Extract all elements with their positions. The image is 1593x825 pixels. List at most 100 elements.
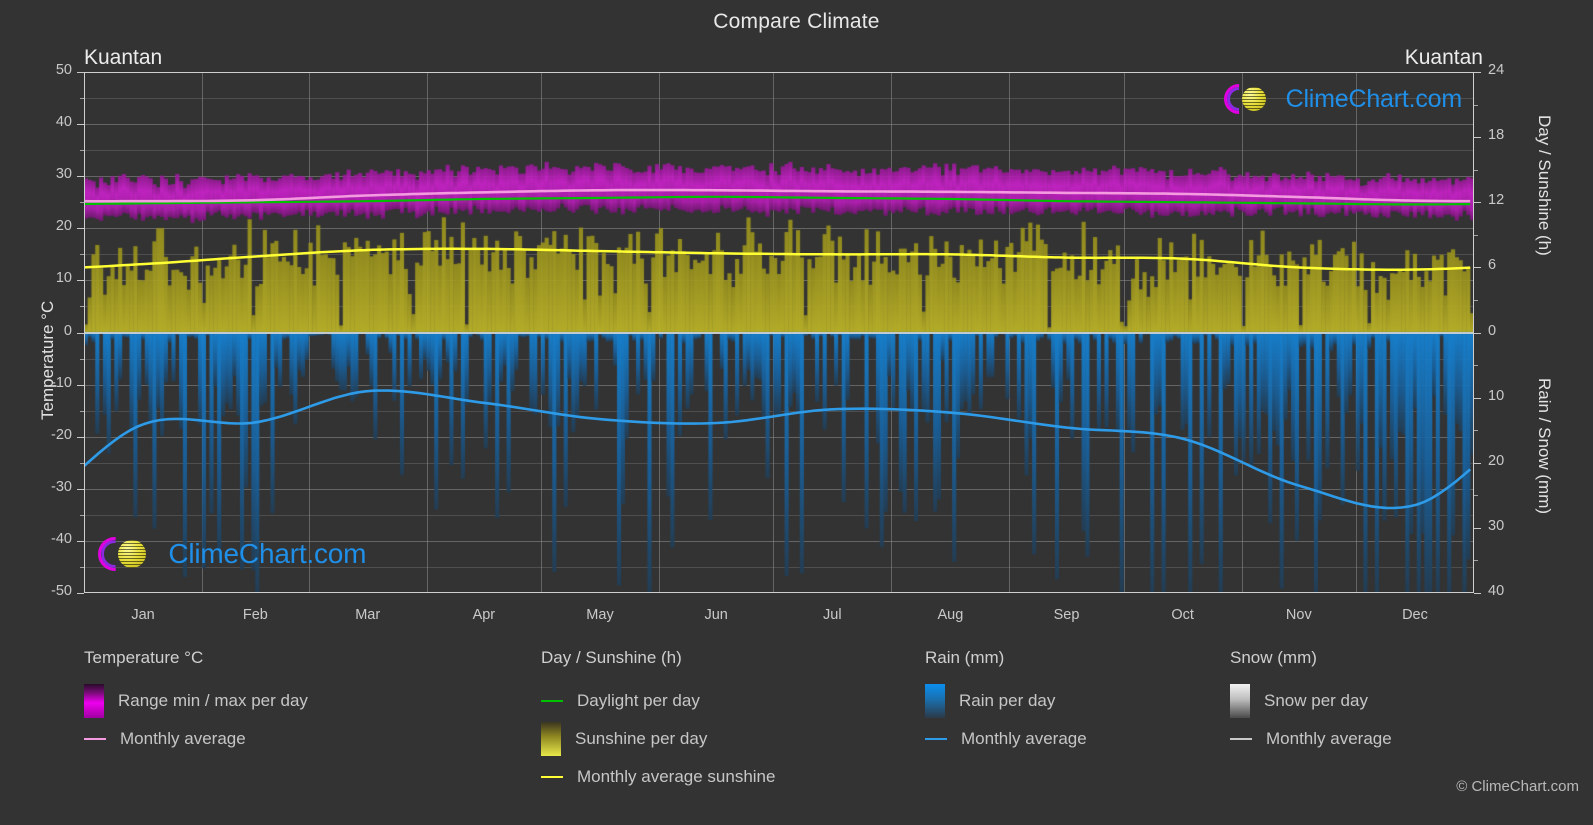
legend-marker-slot	[1230, 737, 1252, 741]
climate-plot-area: ClimeChart.com ClimeChart.com	[84, 72, 1474, 593]
legend-item[interactable]: Snow per day	[1230, 682, 1392, 720]
x-axis-tick-label: Aug	[937, 607, 964, 623]
left-axis-tick	[77, 384, 84, 386]
copyright-notice: © ClimeChart.com	[1456, 778, 1579, 795]
right-axis-top-title: Day / Sunshine (h)	[1535, 115, 1554, 256]
left-axis-tick-label: 40	[55, 114, 72, 131]
plot-border-left	[84, 72, 85, 593]
right-axis-bottom-tick-label: 10	[1488, 387, 1505, 404]
legend-item[interactable]: Daylight per day	[541, 682, 775, 720]
climechart-wordmark: ClimeChart.com	[1285, 84, 1463, 113]
left-axis-tick-label: 30	[55, 166, 72, 183]
snow-average-line-swatch	[1230, 737, 1252, 741]
left-axis-tick-label: -20	[51, 426, 72, 443]
right-axis-top-tick-label: 0	[1488, 322, 1497, 339]
left-axis-minor-tick	[80, 358, 84, 360]
location-label-right: Kuantan	[1404, 46, 1483, 69]
legend-label: Monthly average	[120, 729, 246, 748]
temperature-average-line-swatch	[84, 737, 106, 741]
climechart-logo-icon	[1223, 84, 1277, 114]
sunshine-average-line-swatch	[541, 775, 563, 779]
right-axis-tick	[1474, 462, 1481, 464]
legend-label: Monthly average	[1266, 729, 1392, 748]
legend-item[interactable]: Rain per day	[925, 682, 1087, 720]
left-axis-tick-label: -40	[51, 530, 72, 547]
legend-heading: Temperature °C	[84, 648, 204, 667]
left-axis-minor-tick	[80, 202, 84, 204]
rain-average-line-swatch	[925, 737, 947, 741]
legend-label: Daylight per day	[577, 691, 700, 710]
legend-item[interactable]: Monthly average sunshine	[541, 758, 775, 796]
x-axis-tick-label: Dec	[1402, 607, 1428, 623]
x-axis-tick-label: Jan	[131, 607, 155, 623]
legend-label: Monthly average sunshine	[577, 767, 776, 786]
right-axis-bottom-tick-label: 40	[1488, 583, 1505, 599]
right-axis-tick	[1474, 527, 1481, 529]
right-axis-top-tick-label: 24	[1488, 62, 1505, 78]
page-title: Compare Climate	[713, 10, 880, 33]
legend-item[interactable]: Range min / max per day	[84, 682, 308, 720]
legend-label: Rain per day	[959, 691, 1056, 710]
legend-column-sunshine: Day / Sunshine (h) Daylight per day Suns…	[541, 648, 775, 796]
climechart-wordmark: ClimeChart.com	[168, 538, 367, 569]
sunshine-average-curve	[84, 247, 1471, 271]
left-axis-tick-label: -50	[51, 583, 72, 599]
right-axis-minor-tick	[1474, 365, 1478, 367]
legend-marker-slot	[541, 775, 563, 779]
zero-baseline	[84, 331, 1474, 334]
right-axis-tick	[1474, 397, 1481, 399]
snow-swatch	[1230, 684, 1250, 718]
left-axis-tick	[77, 540, 84, 542]
right-axis-tick	[1474, 593, 1481, 594]
left-axis-tick	[77, 488, 84, 490]
right-axis-bottom-tick-label: 30	[1488, 517, 1505, 534]
right-axis-minor-tick	[1474, 560, 1478, 562]
left-axis-minor-tick	[80, 150, 84, 152]
right-axis-tick	[1474, 332, 1481, 334]
left-axis-minor-tick	[80, 566, 84, 568]
rain-average-curve	[84, 389, 1472, 510]
temperature-average-curve	[84, 188, 1471, 203]
legend-column-temperature: Temperature °C Range min / max per day M…	[84, 648, 308, 758]
left-axis-tick	[77, 436, 84, 438]
rain-swatch	[925, 684, 945, 718]
x-axis-tick-label: Sep	[1053, 607, 1080, 623]
legend-item[interactable]: Sunshine per day	[541, 720, 775, 758]
legend-item[interactable]: Monthly average	[925, 720, 1087, 758]
x-axis-tick-label: Jun	[704, 607, 728, 623]
legend-item[interactable]: Monthly average	[1230, 720, 1392, 758]
right-axis-top-tick-label: 18	[1488, 127, 1505, 144]
x-axis-tick-label: Jul	[823, 607, 842, 623]
right-axis-minor-tick	[1474, 430, 1478, 432]
legend-label: Range min / max per day	[118, 691, 308, 710]
temperature-range-swatch	[84, 684, 104, 718]
right-axis-tick	[1474, 137, 1481, 139]
left-axis-tick-label: 0	[63, 322, 72, 339]
left-axis-minor-tick	[80, 410, 84, 412]
right-axis-minor-tick	[1474, 104, 1478, 106]
left-axis-tick	[77, 280, 84, 282]
right-axis-bottom-title: Rain / Snow (mm)	[1535, 378, 1554, 515]
left-axis-minor-tick	[80, 254, 84, 256]
right-axis-bottom-tick-label: 20	[1488, 452, 1505, 469]
x-axis-tick-label: Nov	[1285, 607, 1312, 623]
left-axis-tick	[77, 593, 84, 594]
daylight-line-swatch	[541, 699, 563, 703]
location-label-left: Kuantan	[84, 46, 163, 69]
left-axis-tick-label: 20	[55, 218, 72, 235]
left-axis-tick-label: 10	[55, 270, 72, 287]
legend-heading: Day / Sunshine (h)	[541, 648, 682, 667]
left-axis-minor-tick	[80, 98, 84, 100]
legend-marker-slot	[541, 699, 563, 703]
right-axis-minor-tick	[1474, 495, 1478, 497]
left-axis-title: Temperature °C	[38, 300, 57, 420]
right-axis-top-tick-label: 6	[1488, 257, 1497, 274]
left-axis-tick	[77, 72, 84, 73]
left-axis-tick	[77, 124, 84, 126]
x-axis-tick-label: Mar	[355, 607, 381, 623]
right-axis-tick	[1474, 202, 1481, 204]
right-axis-tick	[1474, 72, 1481, 73]
x-axis-tick-label: May	[586, 607, 614, 623]
left-axis-tick-label: 50	[55, 62, 72, 78]
legend-item[interactable]: Monthly average	[84, 720, 308, 758]
